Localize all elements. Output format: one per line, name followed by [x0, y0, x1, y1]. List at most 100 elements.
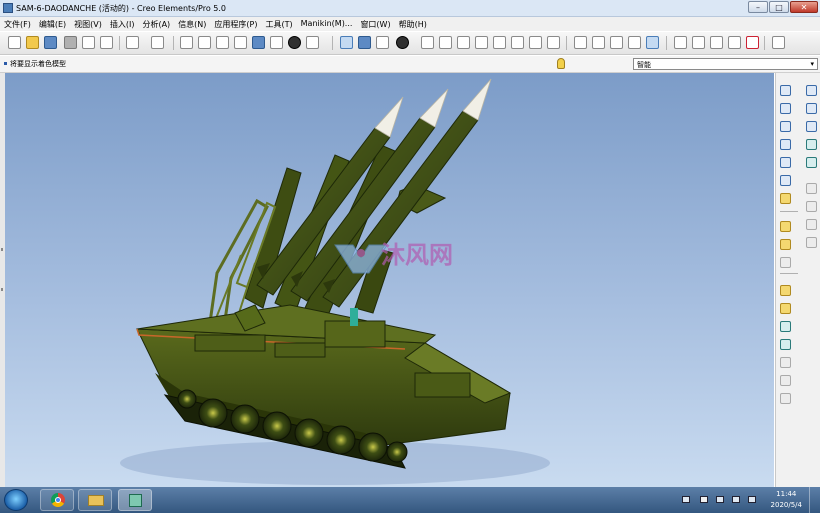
datum-plane-icon[interactable]: [780, 103, 791, 114]
redo-icon[interactable]: [151, 36, 164, 49]
undo-icon[interactable]: [126, 36, 139, 49]
copy-icon[interactable]: [198, 36, 211, 49]
view-manager-icon[interactable]: [547, 36, 560, 49]
start-button[interactable]: [4, 489, 28, 511]
sweep-icon[interactable]: [806, 121, 817, 132]
lightbulb-icon[interactable]: [557, 58, 565, 69]
datum-axis-icon[interactable]: [780, 121, 791, 132]
orient-mode-icon[interactable]: [376, 36, 389, 49]
filter-value: 智能: [637, 61, 651, 69]
sketch-icon[interactable]: [780, 85, 791, 96]
status-message: 将要显示着色模型: [10, 60, 66, 68]
pattern-icon[interactable]: [780, 285, 791, 296]
hidden-line-icon[interactable]: [592, 36, 605, 49]
no-hidden-icon[interactable]: [610, 36, 623, 49]
folder-icon: [88, 495, 104, 506]
repaint-icon[interactable]: [340, 36, 353, 49]
binoculars-icon[interactable]: [288, 36, 301, 49]
action-center-flag-icon[interactable]: [700, 496, 708, 503]
zoom-out-icon[interactable]: [457, 36, 470, 49]
intersect-icon[interactable]: [780, 303, 791, 314]
volume-icon[interactable]: [748, 496, 756, 503]
shading-icon[interactable]: [628, 36, 641, 49]
saved-views-icon[interactable]: [511, 36, 524, 49]
main-toolbar: [0, 32, 820, 55]
display-icon[interactable]: [732, 496, 740, 503]
csys-icon[interactable]: [780, 175, 791, 186]
menu-insert[interactable]: 插入(I): [106, 17, 139, 31]
email-icon[interactable]: [82, 36, 95, 49]
tank-hull: [136, 304, 512, 446]
enhanced-realism-icon[interactable]: [646, 36, 659, 49]
datum-planes-icon[interactable]: [674, 36, 687, 49]
analysis-feature-icon[interactable]: [780, 193, 791, 204]
regenerate-icon[interactable]: [252, 36, 265, 49]
separator: [780, 211, 798, 212]
feature-toolbar: [775, 73, 820, 487]
network-icon[interactable]: [716, 496, 724, 503]
menu-file[interactable]: 文件(F): [0, 17, 35, 31]
graphics-viewport[interactable]: 沐风网: [5, 73, 774, 487]
chamfer-icon: [780, 393, 791, 404]
trim-icon[interactable]: [780, 339, 791, 350]
clock-date: 2020/5/4: [770, 501, 802, 509]
datum-axes-icon[interactable]: [692, 36, 705, 49]
input-method-icon[interactable]: [682, 496, 690, 503]
datum-point-icon[interactable]: [780, 157, 791, 168]
menu-applications[interactable]: 应用程序(P): [210, 17, 261, 31]
taskbar-creo[interactable]: [118, 489, 152, 511]
selection-filter-select[interactable]: 智能 ▾: [633, 58, 818, 70]
select-box-icon[interactable]: [306, 36, 319, 49]
appearance-sphere-icon[interactable]: [396, 36, 409, 49]
open-folder-icon[interactable]: [26, 36, 39, 49]
paste-icon[interactable]: [216, 36, 229, 49]
wireframe-icon[interactable]: [574, 36, 587, 49]
window-title: SAM-6-DAODANCHE (活动的) - Creo Elements/Pr…: [16, 4, 227, 13]
maximize-button[interactable]: □: [769, 1, 789, 13]
blend-icon[interactable]: [806, 139, 817, 150]
menu-help[interactable]: 帮助(H): [395, 17, 431, 31]
find-icon[interactable]: [270, 36, 283, 49]
menu-window[interactable]: 窗口(W): [356, 17, 394, 31]
menu-analysis[interactable]: 分析(A): [138, 17, 174, 31]
clock[interactable]: 11:44 2020/5/4: [771, 489, 802, 511]
menu-edit[interactable]: 编辑(E): [35, 17, 70, 31]
save-icon[interactable]: [44, 36, 57, 49]
menu-tools[interactable]: 工具(T): [262, 17, 297, 31]
show-desktop-button[interactable]: [809, 487, 820, 513]
paste-special-icon[interactable]: [234, 36, 247, 49]
refit-icon[interactable]: [475, 36, 488, 49]
taskbar-chrome[interactable]: [40, 489, 74, 511]
annotations-icon[interactable]: [746, 36, 759, 49]
style-icon[interactable]: [806, 157, 817, 168]
coordinate-systems-icon[interactable]: [728, 36, 741, 49]
spin-center-icon[interactable]: [358, 36, 371, 49]
datum-points-icon[interactable]: [710, 36, 723, 49]
menu-bar: 文件(F) 编辑(E) 视图(V) 插入(I) 分析(A) 信息(N) 应用程序…: [0, 17, 820, 31]
minimize-button[interactable]: –: [748, 1, 768, 13]
menu-manikin[interactable]: Manikin(M)...: [297, 17, 357, 31]
print-icon[interactable]: [64, 36, 77, 49]
email-link-icon[interactable]: [100, 36, 113, 49]
cut-icon[interactable]: [180, 36, 193, 49]
close-button[interactable]: ✕: [790, 1, 818, 13]
window-controls: – □ ✕: [748, 1, 818, 13]
reorient-icon[interactable]: [493, 36, 506, 49]
draft-icon: [806, 237, 817, 248]
creo-app-icon[interactable]: [3, 3, 13, 13]
zoom-in-icon[interactable]: [439, 36, 452, 49]
new-file-icon[interactable]: [8, 36, 21, 49]
offset-icon[interactable]: [780, 321, 791, 332]
datum-curve-icon[interactable]: [780, 139, 791, 150]
extrude-icon[interactable]: [806, 85, 817, 96]
taskbar-explorer[interactable]: [78, 489, 112, 511]
revolve-icon[interactable]: [806, 103, 817, 114]
context-help-icon[interactable]: [772, 36, 785, 49]
message-bullet-icon: [4, 62, 7, 65]
pan-hand-icon[interactable]: [421, 36, 434, 49]
mirror-icon[interactable]: [780, 239, 791, 250]
layers-icon[interactable]: [529, 36, 542, 49]
copy-feature-icon[interactable]: [780, 221, 791, 232]
menu-info[interactable]: 信息(N): [174, 17, 210, 31]
menu-view[interactable]: 视图(V): [70, 17, 106, 31]
